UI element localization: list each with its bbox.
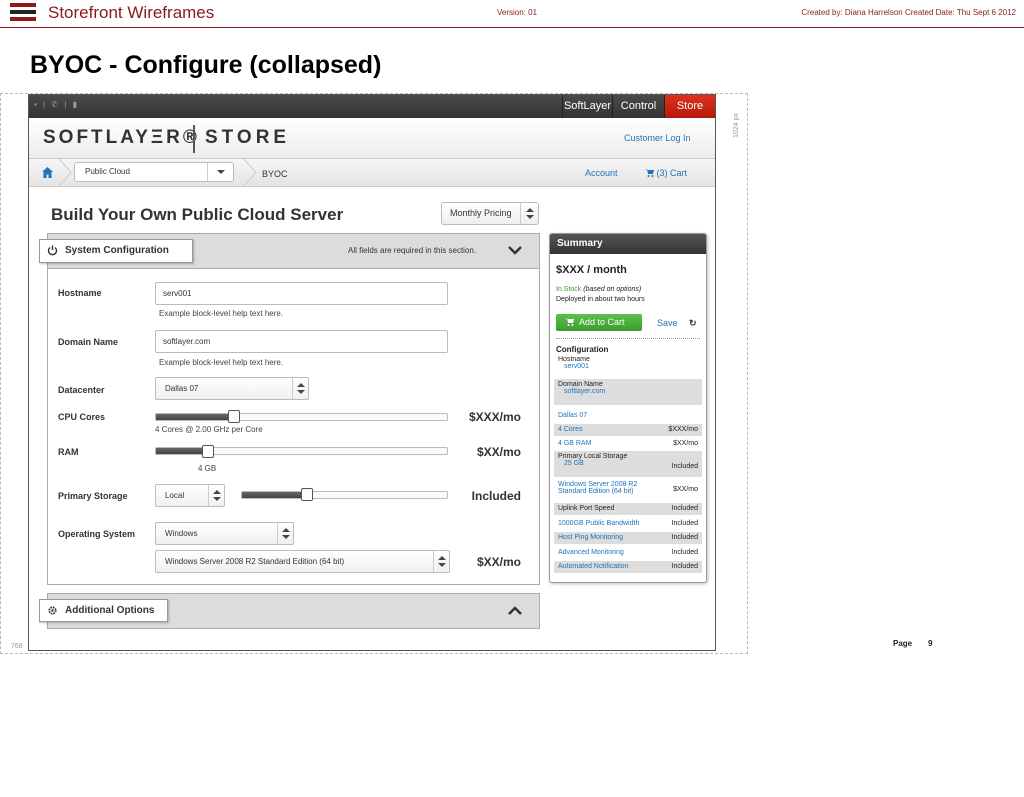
width-dimension-label: 1024 px <box>733 113 740 138</box>
top-nav-bar: ▪ | ✆ | ▮ SoftLayer Control Store <box>29 95 715 118</box>
breadcrumb-separator-icon <box>243 159 257 186</box>
cpu-caption: 4 Cores @ 2.00 GHz per Core <box>155 425 263 434</box>
brand-bar: SOFTLAYΞR® STORE Customer Log In <box>29 118 715 159</box>
configuration-heading: Configuration <box>556 345 609 354</box>
add-to-cart-button[interactable]: Add to Cart <box>556 314 642 331</box>
refresh-icon[interactable]: ↻ <box>689 318 697 329</box>
storage-slider-track[interactable] <box>241 491 448 499</box>
system-config-toggle[interactable]: System Configuration <box>39 239 193 263</box>
summary-storage: Primary Local Storage 25 GB Included <box>554 451 702 477</box>
summary-advanced-monitoring: Advanced Monitoring Included <box>558 549 698 556</box>
domain-input[interactable]: softlayer.com <box>155 330 448 353</box>
additional-options-toggle[interactable]: Additional Options <box>39 599 168 622</box>
doc-created-info: Created by: Diana Harrelson Created Date… <box>801 8 1016 17</box>
summary-divider <box>556 338 700 339</box>
cpu-slider-track[interactable] <box>155 413 448 421</box>
page-label: Page <box>893 639 913 648</box>
in-stock-badge: In Stock <box>556 286 582 293</box>
gear-icon <box>48 606 57 615</box>
cloud-type-select[interactable]: Public Cloud <box>74 162 234 182</box>
ram-slider-track[interactable] <box>155 447 448 455</box>
tab-store[interactable]: Store <box>664 95 715 118</box>
os-label: Operating System <box>58 529 136 539</box>
ram-slider-fill <box>156 448 209 454</box>
cpu-price: $XXX/mo <box>468 410 521 424</box>
height-dimension-label: 768 <box>11 643 23 650</box>
softlayer-logo[interactable]: SOFTLAYΞR® <box>43 127 200 149</box>
doc-divider <box>0 27 1024 28</box>
summary-price: $XXX / month <box>556 264 627 276</box>
utility-icons[interactable]: ▪ | ✆ | ▮ <box>34 100 79 109</box>
summary-host-ping: Host Ping Monitoring Included <box>554 532 702 544</box>
breadcrumb-current: BYOC <box>262 169 288 179</box>
doc-logo <box>10 3 36 25</box>
storage-slider-handle[interactable] <box>301 488 314 501</box>
hostname-label: Hostname <box>58 288 102 298</box>
select-arrows-icon <box>292 378 308 399</box>
store-logo: STORE <box>205 127 291 148</box>
cpu-slider-fill <box>156 414 235 420</box>
cpu-label: CPU Cores <box>58 412 106 422</box>
page-number: 9 <box>928 639 933 648</box>
select-arrows-icon <box>208 485 224 506</box>
chevron-down-icon[interactable] <box>508 246 522 255</box>
summary-uplink: Uplink Port Speed Included <box>554 503 702 515</box>
summary-domain: Domain Name softlayer.com <box>554 379 702 405</box>
summary-panel: Summary $XXX / month In Stock (based on … <box>549 233 707 583</box>
select-arrows-icon <box>277 523 293 544</box>
breadcrumb-separator-icon <box>58 159 72 186</box>
account-link[interactable]: Account <box>585 168 618 178</box>
summary-ram: 4 GB RAM $XX/mo <box>558 440 698 447</box>
domain-help: Example block-level help text here. <box>159 358 284 367</box>
chevron-up-icon[interactable] <box>508 606 522 615</box>
ram-price: $XX/mo <box>476 445 521 459</box>
ram-label: RAM <box>58 447 79 457</box>
doc-title: Storefront Wireframes <box>48 3 215 22</box>
cart-icon <box>645 169 654 177</box>
power-icon <box>47 245 58 256</box>
summary-datacenter[interactable]: Dallas 07 <box>554 410 702 421</box>
storefront-frame: ▪ | ✆ | ▮ SoftLayer Control Store SOFTLA… <box>28 94 716 651</box>
summary-auto-notification: Automated Notification Included <box>554 561 702 573</box>
storage-label: Primary Storage <box>58 491 128 501</box>
logo-divider <box>193 125 195 153</box>
customer-login-link[interactable]: Customer Log In <box>624 133 691 143</box>
domain-label: Domain Name <box>58 337 119 347</box>
summary-os: Windows Server 2008 R2 Standard Edition … <box>558 481 698 495</box>
datacenter-label: Datacenter <box>58 385 105 395</box>
select-arrows-icon <box>520 203 538 224</box>
cart-link[interactable]: (3) Cart <box>645 168 687 178</box>
datacenter-select[interactable]: Dallas 07 <box>155 377 309 400</box>
home-icon[interactable] <box>42 167 53 178</box>
tab-softlayer[interactable]: SoftLayer <box>562 95 612 118</box>
save-link[interactable]: Save <box>657 318 678 328</box>
hostname-input[interactable]: serv001 <box>155 282 448 305</box>
ram-caption: 4 GB <box>198 464 217 473</box>
os-price: $XX/mo <box>476 555 521 569</box>
hostname-help: Example block-level help text here. <box>159 309 284 318</box>
doc-version: Version: 01 <box>497 8 538 17</box>
summary-header: Summary <box>550 234 706 254</box>
stock-note: (based on options) <box>583 286 642 293</box>
deploy-estimate: Deployed in about two hours <box>556 296 645 303</box>
summary-cores: 4 Cores $XXX/mo <box>554 424 702 436</box>
pricing-select[interactable]: Monthly Pricing <box>441 202 539 225</box>
summary-hostname: Hostname serv001 <box>558 356 590 370</box>
page-heading: BYOC - Configure (collapsed) <box>30 51 382 79</box>
cpu-slider-handle[interactable] <box>228 410 241 423</box>
summary-bandwidth: 1000GB Public Bandwidth Included <box>558 520 698 527</box>
storage-slider-fill <box>242 492 308 498</box>
tab-control[interactable]: Control <box>612 95 664 118</box>
storage-type-select[interactable]: Local <box>155 484 225 507</box>
page-title: Build Your Own Public Cloud Server <box>51 205 344 224</box>
chevron-down-icon <box>207 163 233 181</box>
breadcrumb: Public Cloud BYOC Account (3) Cart <box>29 159 715 187</box>
os-edition-select[interactable]: Windows Server 2008 R2 Standard Edition … <box>155 550 450 573</box>
cart-icon <box>565 318 574 326</box>
os-select[interactable]: Windows <box>155 522 294 545</box>
required-note: All fields are required in this section. <box>348 246 477 255</box>
stock-status: In Stock (based on options) <box>556 286 641 293</box>
storage-price: Included <box>471 489 521 503</box>
ram-slider-handle[interactable] <box>201 445 214 458</box>
